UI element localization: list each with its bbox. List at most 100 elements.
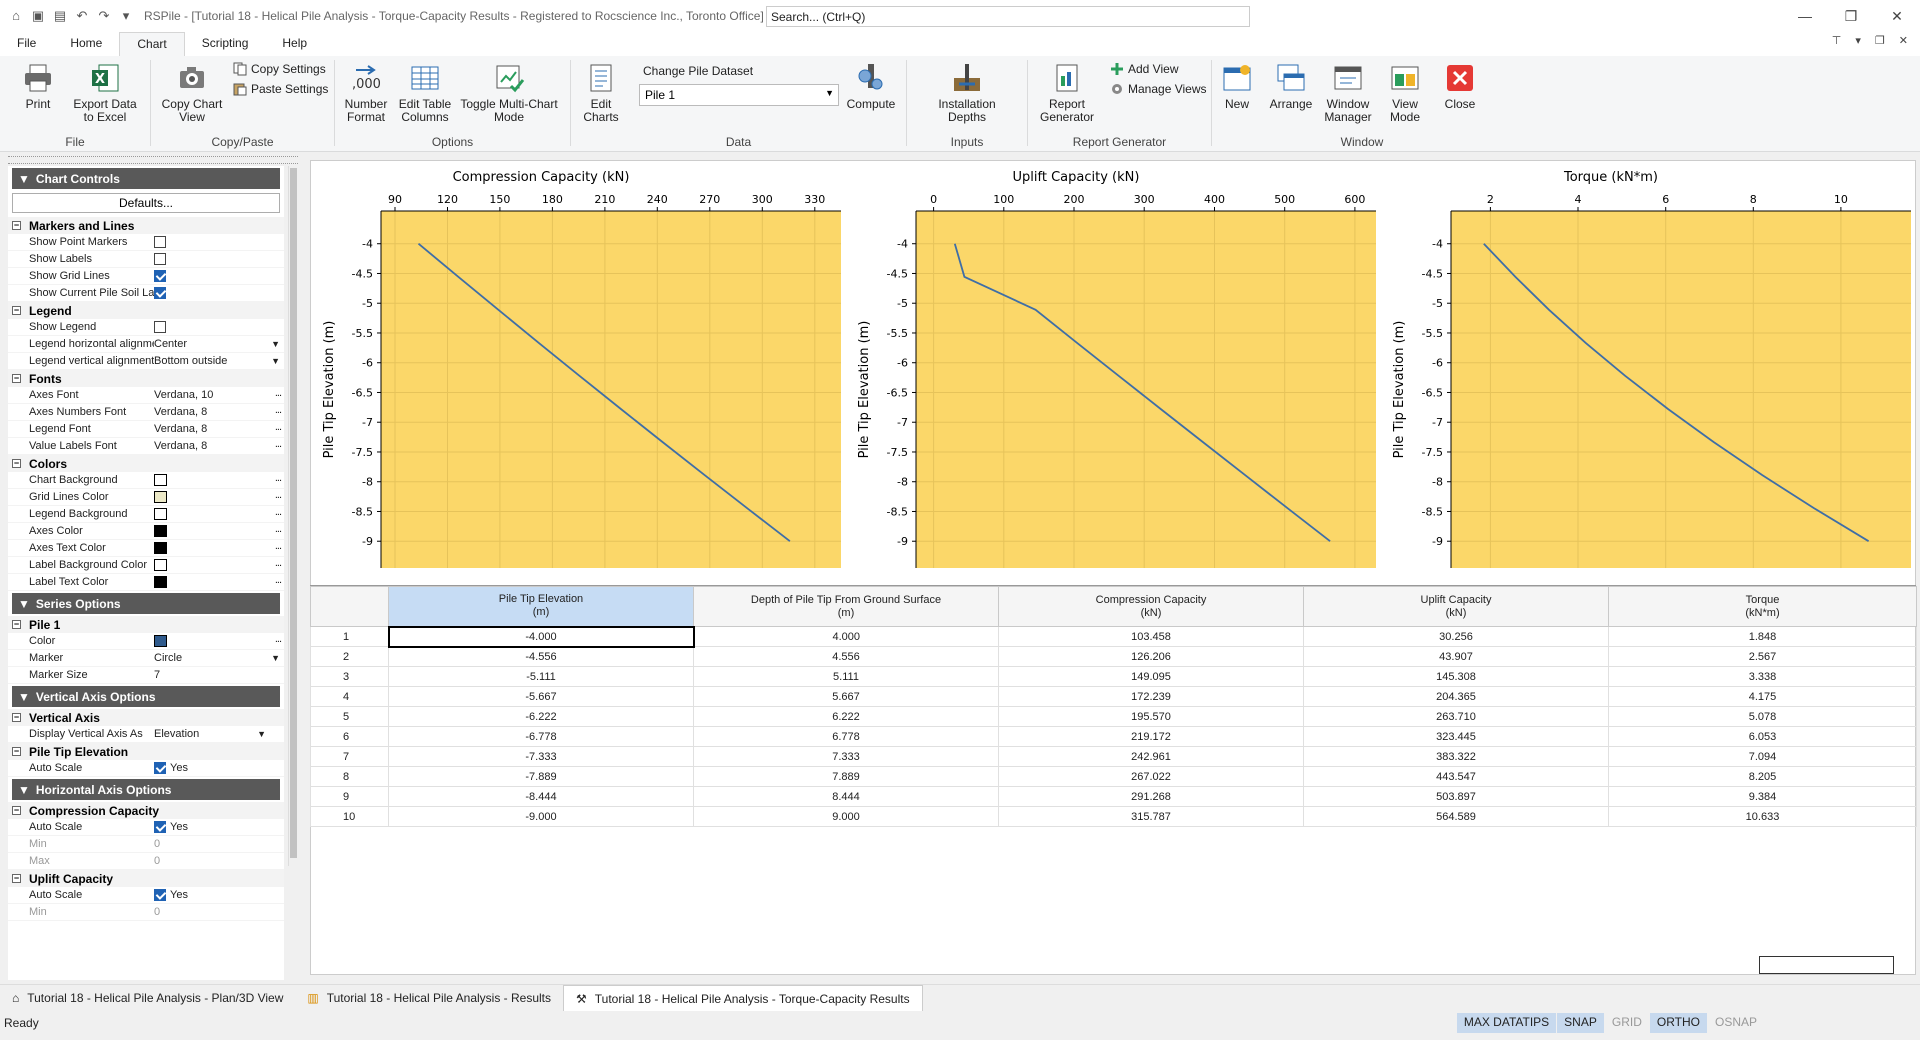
table-cell[interactable]: 5.667	[693, 686, 999, 707]
row-number-cell[interactable]: 1	[310, 626, 389, 647]
ellipsis-icon[interactable]: ...	[275, 438, 282, 450]
table-cell[interactable]: 7.333	[693, 746, 999, 767]
grid-color-swatch[interactable]	[154, 491, 167, 503]
table-cell[interactable]: 443.547	[1303, 766, 1609, 787]
display-vertical-select[interactable]: Elevation ▼	[154, 726, 284, 743]
show-labels-checkbox[interactable]	[154, 253, 166, 265]
row-number-cell[interactable]: 4	[310, 686, 389, 707]
table-cell[interactable]: -9.000	[388, 806, 694, 827]
undo-icon[interactable]: ↶	[74, 8, 90, 24]
grid-button[interactable]: GRID	[1604, 1013, 1649, 1033]
table-cell[interactable]: 103.458	[998, 626, 1304, 647]
table-cell[interactable]: 4.175	[1608, 686, 1917, 707]
show-legend-checkbox[interactable]	[154, 321, 166, 333]
ellipsis-icon[interactable]: ...	[275, 421, 282, 433]
table-cell[interactable]: 5.111	[693, 666, 999, 687]
ellipsis-icon[interactable]: ...	[275, 633, 282, 645]
category-uplift[interactable]: − Uplift Capacity	[8, 870, 284, 887]
row-number-cell[interactable]: 5	[310, 706, 389, 727]
table-cell[interactable]: 503.897	[1303, 786, 1609, 807]
ortho-button[interactable]: ORTHO	[1649, 1013, 1707, 1033]
category-compression[interactable]: − Compression Capacity	[8, 802, 284, 819]
table-row[interactable]: 7 -7.333 7.333 242.961 383.322 7.094	[310, 746, 1917, 767]
ellipsis-icon[interactable]: ...	[275, 540, 282, 552]
chart-controls-header[interactable]: ▼ Chart Controls	[12, 168, 280, 189]
copy-chart-view-button[interactable]: Copy Chart View	[159, 62, 225, 124]
redo-icon[interactable]: ↷	[96, 8, 112, 24]
column-header[interactable]: Depth of Pile Tip From Ground Surface (m)	[693, 586, 999, 627]
category-fonts[interactable]: − Fonts	[8, 370, 284, 387]
vertical-axis-options-header[interactable]: ▼ Vertical Axis Options	[12, 686, 280, 707]
max-datatips-button[interactable]: MAX DATATIPS	[1456, 1013, 1557, 1033]
chart-bg-swatch[interactable]	[154, 474, 167, 486]
edit-charts-button[interactable]: Edit Charts	[581, 62, 621, 124]
category-pile-tip[interactable]: − Pile Tip Elevation	[8, 743, 284, 760]
show-soil-layers-checkbox[interactable]	[154, 287, 166, 299]
table-cell[interactable]: -7.333	[388, 746, 694, 767]
print-button[interactable]: Print	[18, 62, 58, 111]
table-cell[interactable]: 6.222	[693, 706, 999, 727]
view-mode-button[interactable]: View Mode	[1380, 62, 1430, 124]
table-cell[interactable]: 4.000	[693, 626, 999, 647]
edit-table-columns-button[interactable]: Edit Table Columns	[397, 62, 453, 124]
uplift-capacity-chart[interactable]: 0 100 200 300 400 500 600 -4 -4.5 -5 -5.5 -6 -6.5 -7 -…	[846, 161, 1381, 571]
table-cell[interactable]: 263.710	[1303, 706, 1609, 727]
torque-chart[interactable]: 2 4 6 8 10 -4 -4.5 -5 -5.5 -6 -6.5 -7 -7.5 -8 -8.5 -9 To…	[1381, 161, 1916, 571]
save-icon[interactable]: ▣	[30, 8, 46, 24]
compression-max-field[interactable]: 0	[154, 853, 284, 870]
table-cell[interactable]: -5.667	[388, 686, 694, 707]
category-legend[interactable]: − Legend	[8, 302, 284, 319]
ribbon-collapse-icon[interactable]: ▾	[1855, 34, 1861, 47]
auto-scale-uplift-checkbox[interactable]	[154, 889, 166, 901]
add-view-button[interactable]: Add View	[1110, 62, 1178, 76]
table-cell[interactable]: 1.848	[1608, 626, 1917, 647]
table-cell[interactable]: 5.078	[1608, 706, 1917, 727]
paste-settings-button[interactable]: Paste Settings	[233, 82, 328, 96]
axes-num-font-field[interactable]: Verdana, 8...	[154, 404, 284, 421]
doc-tab-torque-capacity[interactable]: ⚒ Tutorial 18 - Helical Pile Analysis - T…	[563, 985, 923, 1011]
window-manager-button[interactable]: Window Manager	[1320, 62, 1376, 124]
table-cell[interactable]: 145.308	[1303, 666, 1609, 687]
table-cell[interactable]: 323.445	[1303, 726, 1609, 747]
table-cell[interactable]: -7.889	[388, 766, 694, 787]
value-labels-font-field[interactable]: Verdana, 8...	[154, 438, 284, 455]
ellipsis-icon[interactable]: ...	[275, 574, 282, 586]
table-cell[interactable]: 9.000	[693, 806, 999, 827]
axes-font-field[interactable]: Verdana, 10...	[154, 387, 284, 404]
table-cell[interactable]: 195.570	[998, 706, 1304, 727]
table-cell[interactable]: -6.778	[388, 726, 694, 747]
table-row[interactable]: 6 -6.778 6.778 219.172 323.445 6.053	[310, 726, 1917, 747]
table-cell[interactable]: 204.365	[1303, 686, 1609, 707]
legend-font-field[interactable]: Verdana, 8...	[154, 421, 284, 438]
table-row[interactable]: 1 -4.000 4.000 103.458 30.256 1.848	[310, 625, 1917, 648]
tab-help[interactable]: Help	[265, 32, 324, 56]
table-cell[interactable]: 6.778	[693, 726, 999, 747]
table-row[interactable]: 8 -7.889 7.889 267.022 443.547 8.205	[310, 766, 1917, 787]
table-cell[interactable]: 9.384	[1608, 786, 1917, 807]
table-cell[interactable]: 383.322	[1303, 746, 1609, 767]
column-header[interactable]: Compression Capacity (kN)	[998, 586, 1304, 627]
table-cell[interactable]: 564.589	[1303, 806, 1609, 827]
table-cell[interactable]: 30.256	[1303, 626, 1609, 647]
show-grid-lines-checkbox[interactable]	[154, 270, 166, 282]
toggle-multichart-button[interactable]: Toggle Multi-Chart Mode	[457, 62, 561, 124]
ellipsis-icon[interactable]: ...	[275, 489, 282, 501]
panel-scrollbar[interactable]	[288, 166, 298, 866]
snap-button[interactable]: SNAP	[1557, 1013, 1604, 1033]
table-cell[interactable]: 267.022	[998, 766, 1304, 787]
row-number-cell[interactable]: 6	[310, 726, 389, 747]
new-window-button[interactable]: New	[1216, 62, 1258, 111]
doc-tab-results[interactable]: ▥ Tutorial 18 - Helical Pile Analysis - R…	[295, 985, 563, 1011]
table-cell[interactable]: 3.338	[1608, 666, 1917, 687]
auto-scale-compression-checkbox[interactable]	[154, 821, 166, 833]
table-row[interactable]: 9 -8.444 8.444 291.268 503.897 9.384	[310, 786, 1917, 807]
copy-settings-button[interactable]: Copy Settings	[233, 62, 326, 76]
marker-select[interactable]: Circle ▼	[154, 650, 284, 667]
table-cell[interactable]: 172.239	[998, 686, 1304, 707]
legend-bg-swatch[interactable]	[154, 508, 167, 520]
row-number-cell[interactable]: 10	[310, 806, 389, 827]
legend-v-select[interactable]: Bottom outside ▼	[154, 353, 284, 370]
manage-views-button[interactable]: Manage Views	[1110, 82, 1207, 96]
uplift-min-field[interactable]: 0	[154, 904, 284, 921]
compression-capacity-chart[interactable]: 90 120 150 180 210 240 270 300 330 -4 -4.5 -5 -5.5 -6…	[311, 161, 846, 571]
